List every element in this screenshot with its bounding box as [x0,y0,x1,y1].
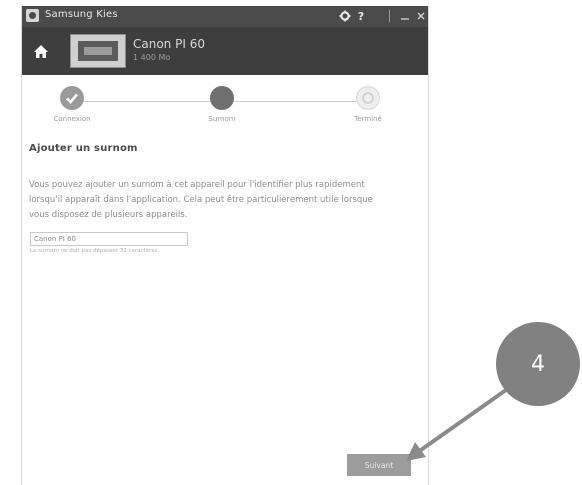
callout-arrow [406,388,508,461]
callout-badge: 4 [496,322,580,406]
screenshot-stage: Samsung Kies ? Canon PI 60 1 400 Mo Conn… [0,0,582,485]
callout-number: 4 [531,351,545,377]
